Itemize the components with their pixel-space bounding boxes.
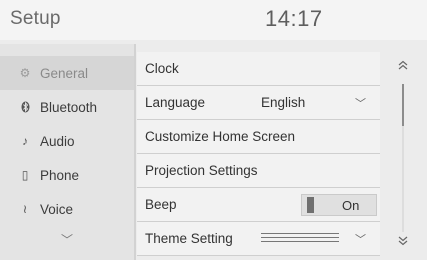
scrollbar[interactable] xyxy=(388,52,418,260)
sidebar-divider xyxy=(134,44,136,260)
bluetooth-icon-shape xyxy=(21,101,29,113)
sidebar-item-label: General xyxy=(40,65,89,81)
theme-preview-lines xyxy=(261,233,339,245)
row-label: Customize Home Screen xyxy=(145,129,296,144)
toggle-indicator xyxy=(307,197,314,213)
bluetooth-icon xyxy=(16,101,34,113)
sidebar-item-label: Phone xyxy=(40,167,80,183)
double-chevron-down-icon xyxy=(398,236,408,246)
beep-toggle[interactable]: On xyxy=(301,194,377,216)
row-beep[interactable]: Beep On xyxy=(137,188,380,222)
chevron-down-icon: ﹀ xyxy=(355,97,366,110)
sidebar-item-phone[interactable]: ▯ Phone xyxy=(0,158,134,192)
page-title: Setup xyxy=(10,8,61,29)
row-theme-setting[interactable]: Theme Setting ﹀ xyxy=(137,222,380,256)
toggle-state-label: On xyxy=(342,198,360,213)
row-label: Language xyxy=(145,95,206,110)
sidebar-item-general[interactable]: ⚙ General xyxy=(0,56,134,90)
row-label: Beep xyxy=(145,197,177,212)
voice-icon: ≀ xyxy=(22,202,28,216)
sidebar-item-label: Bluetooth xyxy=(40,99,98,115)
gear-icon: ⚙ xyxy=(19,66,31,80)
sidebar-item-audio[interactable]: ♪ Audio xyxy=(0,124,134,158)
row-customize-home-screen[interactable]: Customize Home Screen xyxy=(137,120,380,154)
setup-screen: Setup 14:17 ⚙ General Bluetooth ♪ Audio … xyxy=(0,0,427,260)
row-clock[interactable]: Clock xyxy=(137,52,380,86)
header-bar: Setup 14:17 xyxy=(0,0,427,40)
sidebar-more-button[interactable]: ﹀ xyxy=(0,224,134,254)
row-language[interactable]: Language English ﹀ xyxy=(137,86,380,120)
row-projection-settings[interactable]: Projection Settings xyxy=(137,154,380,188)
sidebar: ⚙ General Bluetooth ♪ Audio ▯ Phone ≀ Vo… xyxy=(0,44,134,260)
row-label: Clock xyxy=(145,61,179,76)
settings-list: Clock Language English ﹀ Customize Home … xyxy=(137,52,380,260)
sidebar-item-bluetooth[interactable]: Bluetooth xyxy=(0,90,134,124)
phone-icon: ▯ xyxy=(21,168,29,182)
double-chevron-up-icon xyxy=(398,60,408,70)
chevron-down-icon: ﹀ xyxy=(60,232,73,247)
row-label: Theme Setting xyxy=(145,231,233,246)
music-note-icon: ♪ xyxy=(22,134,28,148)
clock-display: 14:17 xyxy=(265,6,323,31)
scroll-down-icon[interactable] xyxy=(394,235,412,250)
scroll-thumb[interactable] xyxy=(402,84,404,126)
sidebar-item-label: Voice xyxy=(40,201,74,217)
language-value: English xyxy=(261,95,306,110)
scroll-up-icon[interactable] xyxy=(394,59,412,74)
chevron-down-icon: ﹀ xyxy=(355,233,366,246)
sidebar-item-voice[interactable]: ≀ Voice xyxy=(0,192,134,226)
sidebar-item-label: Audio xyxy=(40,133,75,149)
row-label: Projection Settings xyxy=(145,163,258,178)
